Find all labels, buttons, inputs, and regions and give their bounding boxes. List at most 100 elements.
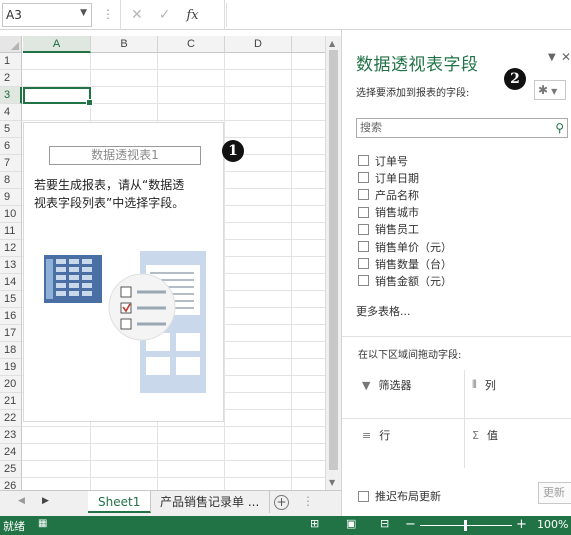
field-checkbox[interactable] — [358, 241, 369, 253]
macro-record-icon[interactable]: ▦ — [38, 518, 47, 529]
row-header-17[interactable]: 17 — [0, 325, 22, 342]
row-header-1[interactable]: 1 — [0, 53, 22, 70]
page-layout-view-icon[interactable]: ▣ — [346, 517, 356, 530]
row-header-22[interactable]: 22 — [0, 410, 22, 427]
add-sheet-button[interactable]: + — [274, 495, 289, 510]
field-checkbox[interactable] — [358, 172, 369, 184]
row-header-5[interactable]: 5 — [0, 121, 22, 138]
more-options-icon[interactable]: ⋮ — [102, 7, 114, 21]
field-label: 订单日期 — [375, 171, 419, 185]
more-tables-link[interactable]: 更多表格... — [356, 303, 411, 319]
search-placeholder: 搜索 — [360, 121, 382, 134]
row-header-14[interactable]: 14 — [0, 274, 22, 291]
scroll-thumb[interactable] — [329, 50, 338, 470]
row-header-18[interactable]: 18 — [0, 342, 22, 359]
field-item[interactable]: 产品名称 — [358, 186, 452, 203]
scroll-up-icon[interactable]: ▲ — [329, 39, 335, 48]
row-header-15[interactable]: 15 — [0, 291, 22, 308]
row-header-10[interactable]: 10 — [0, 206, 22, 223]
update-button[interactable]: 更新 — [538, 482, 571, 504]
row-header-16[interactable]: 16 — [0, 308, 22, 325]
defer-update-checkbox[interactable] — [358, 490, 369, 502]
zoom-slider-thumb[interactable] — [464, 520, 467, 531]
values-area[interactable]: Σ 值 — [472, 427, 498, 443]
divider — [342, 418, 571, 419]
row-header-4[interactable]: 4 — [0, 104, 22, 121]
tab-next-icon[interactable]: ▶ — [42, 496, 49, 506]
worksheet-grid[interactable]: A B C D 1 2 3 4 5 6 7 8 9 10 11 12 13 14 15 16 17 18 19 20 2… — [0, 36, 340, 490]
field-item[interactable]: 销售金额（元） — [358, 272, 452, 289]
row-header-25[interactable]: 25 — [0, 461, 22, 478]
column-header-c[interactable]: C — [158, 36, 225, 53]
field-item[interactable]: 订单号 — [358, 152, 452, 169]
scroll-down-icon[interactable]: ▼ — [329, 478, 335, 487]
zoom-in-icon[interactable]: + — [516, 517, 527, 532]
row-header-8[interactable]: 8 — [0, 172, 22, 189]
field-checkbox[interactable] — [358, 189, 369, 201]
row-header-20[interactable]: 20 — [0, 376, 22, 393]
row-header-3[interactable]: 3 — [0, 87, 22, 104]
field-checkbox[interactable] — [358, 258, 369, 270]
select-all-corner[interactable] — [0, 36, 22, 53]
rows-area[interactable]: ≡ 行 — [362, 427, 390, 443]
field-label: 销售金额（元） — [375, 274, 452, 288]
zoom-out-icon[interactable]: − — [405, 517, 416, 532]
chevron-down-icon: ▼ — [551, 87, 558, 96]
pivot-table-title: 数据透视表1 — [49, 146, 201, 165]
row-header-7[interactable]: 7 — [0, 155, 22, 172]
tab-more-icon[interactable]: ⋮ — [302, 494, 314, 508]
row-header-23[interactable]: 23 — [0, 427, 22, 444]
tools-button[interactable]: ✱ ▼ — [534, 80, 566, 100]
field-checkbox[interactable] — [358, 155, 369, 167]
row-header-19[interactable]: 19 — [0, 359, 22, 376]
defer-update-option[interactable]: 推迟布局更新 — [358, 488, 441, 504]
area-divider — [464, 370, 465, 468]
tab-sales-records[interactable]: 产品销售记录单 ... — [150, 491, 271, 513]
row-header-24[interactable]: 24 — [0, 444, 22, 461]
pivot-illustration-icon — [44, 251, 206, 393]
row-header-9[interactable]: 9 — [0, 189, 22, 206]
pivot-instruction-line-2: 视表字段列表”中选择字段。 — [34, 196, 185, 210]
row-header-26[interactable]: 26 — [0, 478, 22, 490]
pivot-table-placeholder[interactable]: 数据透视表1 若要生成报表，请从“数据透 视表字段列表”中选择字段。 — [23, 122, 224, 422]
enter-icon[interactable]: ✓ — [159, 7, 171, 23]
pane-options-icon[interactable]: ▼ — [548, 52, 556, 63]
column-header-d[interactable]: D — [225, 36, 292, 53]
row-header-11[interactable]: 11 — [0, 223, 22, 240]
field-checkbox[interactable] — [358, 206, 369, 218]
close-icon[interactable]: ✕ — [561, 50, 571, 64]
pane-subtitle: 选择要添加到报表的字段: — [356, 88, 470, 99]
field-item[interactable]: 订单日期 — [358, 169, 452, 186]
active-cell-a3[interactable] — [23, 87, 93, 106]
filters-area[interactable]: ▼ 筛选器 — [362, 377, 411, 393]
row-header-13[interactable]: 13 — [0, 257, 22, 274]
vertical-scrollbar[interactable]: ▲ ▼ — [325, 36, 341, 490]
field-checkbox[interactable] — [358, 223, 369, 235]
columns-area[interactable]: ⦀ 列 — [472, 377, 496, 393]
row-header-21[interactable]: 21 — [0, 393, 22, 410]
row-header-12[interactable]: 12 — [0, 240, 22, 257]
sigma-icon: Σ — [472, 428, 479, 442]
field-list: 订单号 订单日期 产品名称 销售城市 销售员工 销售单价（元） 销售数量（台） … — [358, 152, 452, 290]
insert-function-icon[interactable]: fx — [186, 8, 198, 23]
chevron-down-icon[interactable]: ▼ — [80, 8, 87, 18]
row-header-2[interactable]: 2 — [0, 70, 22, 87]
row-header-6[interactable]: 6 — [0, 138, 22, 155]
page-break-view-icon[interactable]: ⊟ — [380, 517, 389, 530]
field-checkbox[interactable] — [358, 275, 369, 287]
field-item[interactable]: 销售数量（台） — [358, 255, 452, 272]
name-box[interactable]: A3 ▼ — [2, 3, 92, 27]
tab-prev-icon[interactable]: ◀ — [18, 496, 25, 506]
tab-sheet1[interactable]: Sheet1 — [88, 491, 152, 513]
zoom-percentage[interactable]: 100% — [537, 518, 568, 531]
search-icon[interactable]: ⚲ — [555, 119, 564, 137]
column-header-a[interactable]: A — [23, 36, 91, 53]
cancel-icon[interactable]: ✕ — [131, 7, 143, 23]
normal-view-icon[interactable]: ⊞ — [310, 517, 319, 530]
field-item[interactable]: 销售员工 — [358, 221, 452, 238]
formula-input[interactable] — [226, 3, 571, 27]
column-header-b[interactable]: B — [91, 36, 158, 53]
field-item[interactable]: 销售城市 — [358, 204, 452, 221]
field-item[interactable]: 销售单价（元） — [358, 238, 452, 255]
field-search-input[interactable]: 搜索 ⚲ — [356, 118, 568, 138]
